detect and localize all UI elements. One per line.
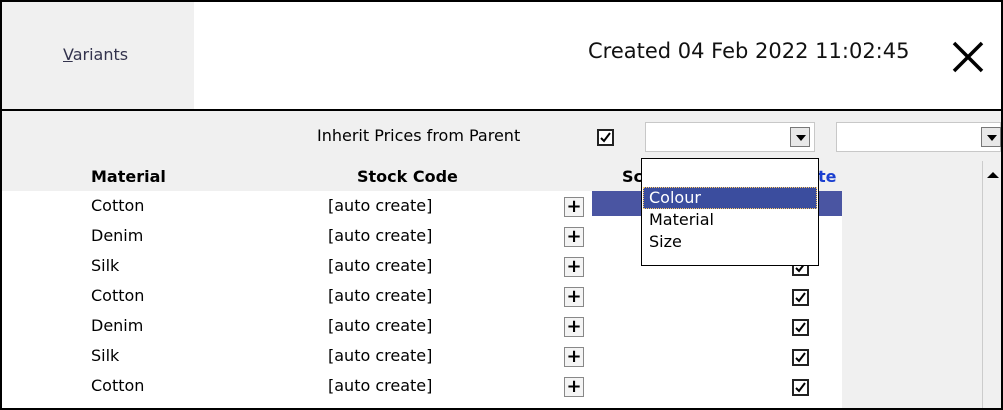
column-header-material[interactable]: Material <box>91 167 166 186</box>
table-row[interactable]: Cotton [auto create] + <box>2 281 842 311</box>
tab-variants-label: Variants <box>63 45 129 64</box>
stock-code-cell: [auto create] <box>328 316 433 335</box>
material-cell: Cotton <box>91 286 145 305</box>
add-stock-code-button[interactable]: + <box>564 287 584 307</box>
row-checkbox[interactable] <box>792 349 809 366</box>
inherit-prices-checkbox[interactable] <box>597 129 614 146</box>
stock-code-cell: [auto create] <box>328 286 433 305</box>
material-cell: Cotton <box>91 196 145 215</box>
stock-code-cell: [auto create] <box>328 226 433 245</box>
row-checkbox[interactable] <box>792 379 809 396</box>
column-header-col3[interactable]: Sc <box>622 167 643 186</box>
chevron-down-icon[interactable] <box>790 127 810 147</box>
variant-type-dropdown-list[interactable]: Colour Material Size <box>641 158 819 266</box>
add-stock-code-button[interactable]: + <box>564 227 584 247</box>
row-checkbox[interactable] <box>792 289 809 306</box>
variant-type-combo-2[interactable] <box>836 122 1001 152</box>
material-cell: Silk <box>91 256 120 275</box>
add-stock-code-button[interactable]: + <box>564 317 584 337</box>
variants-panel: Inherit Prices from Parent Material Stoc… <box>2 111 1001 408</box>
tab-variants[interactable]: Variants <box>2 2 194 109</box>
add-stock-code-button[interactable]: + <box>564 347 584 367</box>
chevron-down-icon[interactable] <box>981 127 1001 147</box>
column-header-stock-code[interactable]: Stock Code <box>357 167 458 186</box>
table-row[interactable]: Denim [auto create] + <box>2 311 842 341</box>
close-icon[interactable] <box>951 40 985 74</box>
stock-code-cell: [auto create] <box>328 376 433 395</box>
add-stock-code-button[interactable]: + <box>564 377 584 397</box>
material-cell: Denim <box>91 226 144 245</box>
column-header-col4[interactable]: te <box>818 167 837 186</box>
material-cell: Silk <box>91 346 120 365</box>
window-header: Variants Created 04 Feb 2022 11:02:45 <box>2 2 1001 111</box>
dropdown-option-size[interactable]: Size <box>643 231 817 253</box>
add-stock-code-button[interactable]: + <box>564 197 584 217</box>
table-row[interactable]: Silk [auto create] + <box>2 341 842 371</box>
variants-window: Variants Created 04 Feb 2022 11:02:45 In… <box>0 0 1003 410</box>
stock-code-cell: [auto create] <box>328 346 433 365</box>
stock-code-cell: [auto create] <box>328 196 433 215</box>
add-stock-code-button[interactable]: + <box>564 257 584 277</box>
dropdown-option-material[interactable]: Material <box>643 209 817 231</box>
material-cell: Cotton <box>91 376 145 395</box>
stock-code-cell: [auto create] <box>328 256 433 275</box>
variant-type-combo-1[interactable] <box>645 122 815 152</box>
row-checkbox[interactable] <box>792 319 809 336</box>
scroll-up-icon[interactable] <box>987 172 999 178</box>
inherit-prices-label: Inherit Prices from Parent <box>317 126 521 145</box>
table-row[interactable]: Cotton [auto create] + <box>2 371 842 401</box>
created-timestamp: Created 04 Feb 2022 11:02:45 <box>588 39 910 63</box>
vertical-scrollbar[interactable] <box>982 161 1001 408</box>
material-cell: Denim <box>91 316 144 335</box>
right-pane <box>842 161 982 408</box>
dropdown-option-colour[interactable]: Colour <box>643 187 817 209</box>
